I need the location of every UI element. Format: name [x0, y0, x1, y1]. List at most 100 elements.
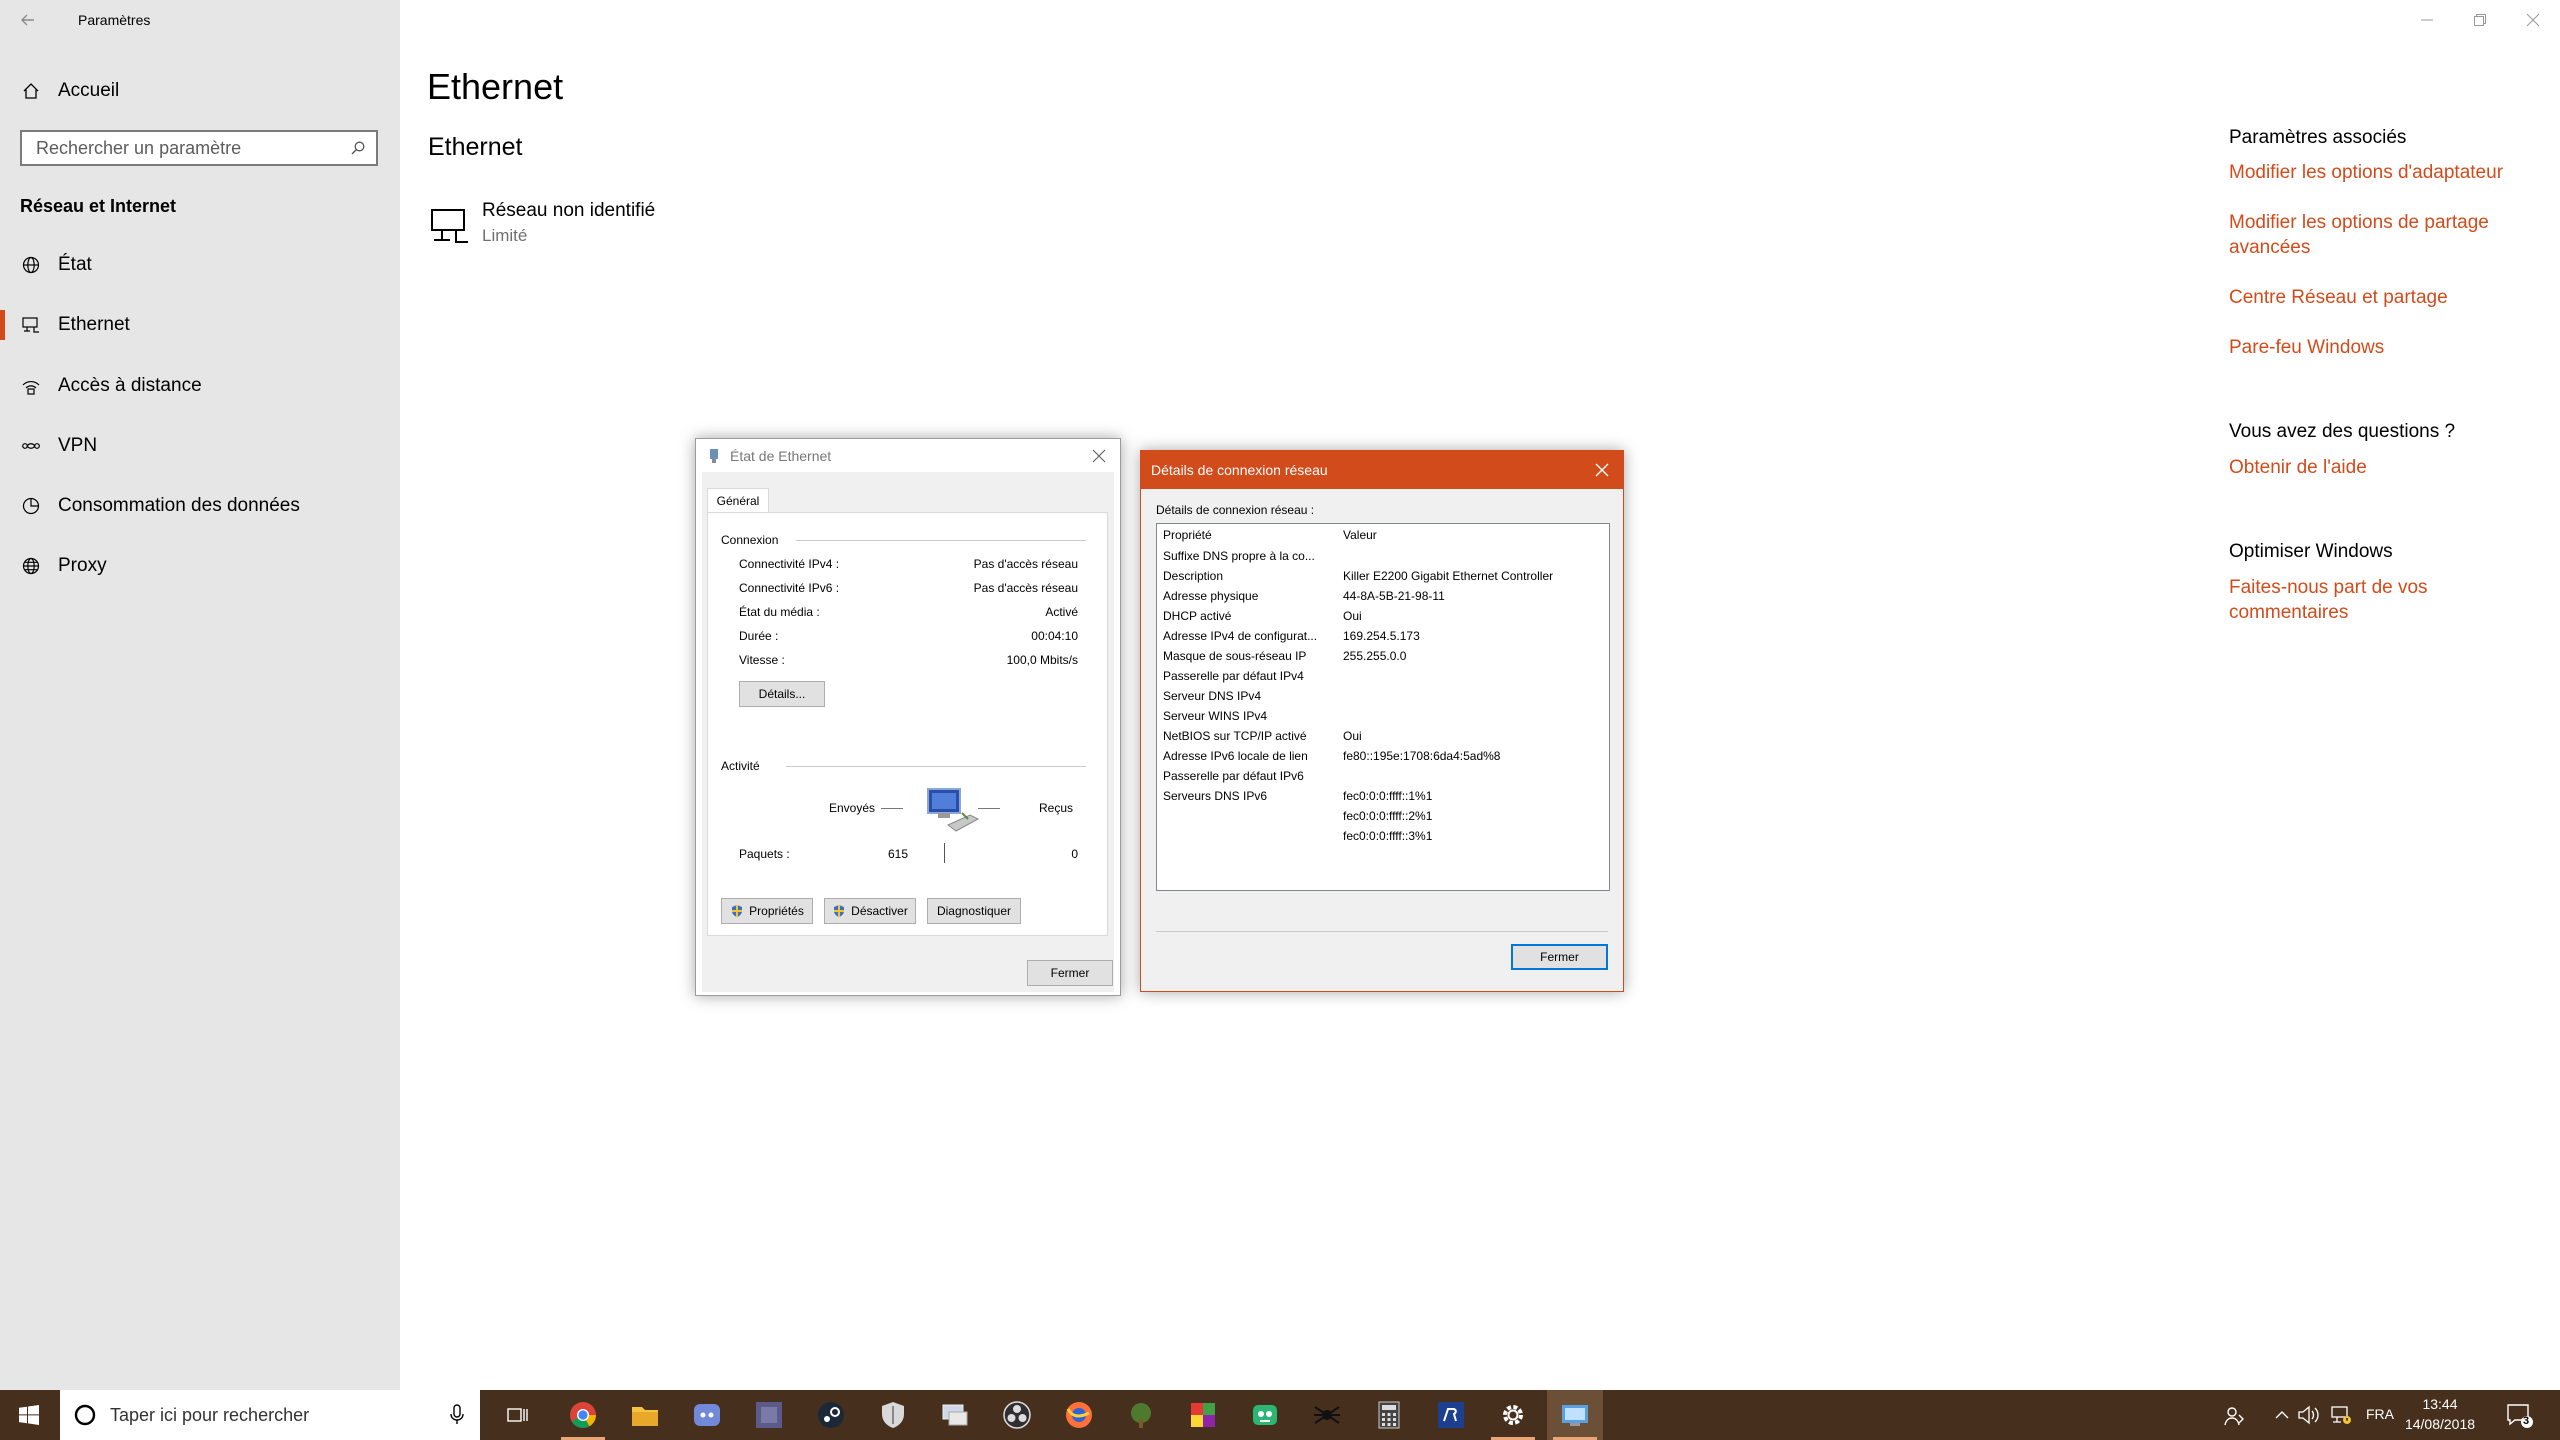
task-view-icon[interactable] — [490, 1390, 546, 1440]
obs-icon[interactable] — [989, 1390, 1045, 1440]
row-property: NetBIOS sur TCP/IP activé — [1163, 729, 1307, 743]
divider — [1156, 931, 1608, 932]
search-placeholder: Rechercher un paramètre — [36, 137, 242, 158]
robot-app-icon[interactable] — [1237, 1390, 1293, 1440]
language-indicator[interactable]: FRA — [2366, 1406, 2394, 1422]
table-row[interactable]: Serveurs DNS IPv6 fec0:0:0:ffff::1%1 — [1163, 789, 1432, 809]
close-button[interactable]: Fermer — [1511, 944, 1608, 970]
packets-label: Paquets : — [739, 847, 790, 861]
network-app-icon[interactable] — [927, 1390, 983, 1440]
shield-app-icon[interactable] — [865, 1390, 921, 1440]
search-input[interactable]: Rechercher un paramètre — [20, 130, 378, 166]
sidebar-item-data-usage[interactable]: Consommation des données — [0, 481, 400, 531]
settings-icon[interactable] — [1485, 1390, 1541, 1440]
nav-home[interactable]: Accueil — [0, 66, 400, 116]
row-property: Serveurs DNS IPv6 — [1163, 789, 1268, 803]
table-row[interactable]: Adresse IPv6 locale de lien fe80::195e:17… — [1163, 749, 1500, 769]
table-row[interactable]: Serveur DNS IPv4 — [1163, 689, 1343, 709]
clock-time: 13:44 — [2422, 1396, 2458, 1412]
link-adapter-options[interactable]: Modifier les options d'adaptateur — [2229, 160, 2529, 185]
start-button[interactable] — [0, 1390, 58, 1440]
sidebar-item-dialup[interactable]: Accès à distance — [0, 361, 400, 411]
taskbar-search-box[interactable]: Taper ici pour rechercher — [60, 1390, 480, 1440]
control-panel-icon[interactable] — [1547, 1390, 1603, 1440]
row-value: fe80::195e:1708:6da4:5ad%8 — [1343, 749, 1501, 763]
diagnose-button[interactable]: Diagnostiquer — [927, 898, 1021, 924]
link-sharing-options[interactable]: Modifier les options de partage avancées — [2229, 210, 2529, 260]
firefox-icon[interactable] — [1051, 1390, 1107, 1440]
table-row[interactable]: Description Killer E2200 Gigabit Ethernet… — [1163, 569, 1553, 589]
details-button[interactable]: Détails... — [739, 681, 825, 707]
chrome-icon[interactable] — [555, 1390, 611, 1440]
link-network-center[interactable]: Centre Réseau et partage — [2229, 285, 2529, 310]
disable-label: Désactiver — [851, 904, 908, 918]
network-entry[interactable]: Réseau non identifié Limité — [428, 200, 828, 256]
table-row[interactable]: Suffixe DNS propre à la co... — [1163, 549, 1343, 569]
row-property — [1163, 809, 1343, 829]
steam-icon[interactable] — [803, 1390, 859, 1440]
rsi-icon[interactable] — [1423, 1390, 1479, 1440]
properties-label: Propriétés — [749, 904, 804, 918]
row-property: Adresse IPv6 locale de lien — [1163, 749, 1308, 763]
sidebar-item-ethernet[interactable]: Ethernet — [0, 300, 400, 350]
minimize-icon[interactable] — [2420, 13, 2434, 27]
close-icon[interactable] — [2526, 13, 2540, 27]
nav-home-label: Accueil — [58, 80, 120, 101]
table-row[interactable]: Adresse IPv4 de configurat... 169.254.5.1… — [1163, 629, 1420, 649]
table-row[interactable]: Passerelle par défaut IPv4 — [1163, 669, 1343, 689]
close-icon[interactable] — [1092, 449, 1106, 463]
table-row[interactable]: Adresse physique 44-8A-5B-21-98-11 — [1163, 589, 1445, 609]
search-icon[interactable] — [350, 140, 366, 156]
back-arrow-icon[interactable] — [18, 10, 38, 30]
table-row[interactable]: Masque de sous-réseau IP 255.255.0.0 — [1163, 649, 1406, 669]
table-row[interactable]: fec0:0:0:ffff::3%1 — [1163, 829, 1432, 849]
divider — [978, 808, 1000, 809]
clock[interactable]: 13:44 14/08/2018 — [2400, 1394, 2480, 1434]
table-row[interactable]: Passerelle par défaut IPv6 — [1163, 769, 1343, 789]
section-heading: Réseau et Internet — [20, 196, 177, 216]
disable-button[interactable]: Désactiver — [824, 898, 916, 924]
table-row[interactable]: DHCP activé Oui — [1163, 609, 1362, 629]
close-icon[interactable] — [1595, 463, 1609, 477]
link-help[interactable]: Obtenir de l'aide — [2229, 455, 2367, 480]
tree-app-icon[interactable] — [1113, 1390, 1169, 1440]
properties-button[interactable]: Propriétés — [721, 898, 813, 924]
sidebar-item-status[interactable]: État — [0, 240, 400, 290]
sidebar-item-proxy[interactable]: Proxy — [0, 541, 400, 591]
sidebar-item-vpn[interactable]: VPN — [0, 421, 400, 471]
restore-icon[interactable] — [2473, 13, 2487, 27]
divider — [881, 808, 903, 809]
details-listview[interactable]: Propriété Valeur Suffixe DNS propre à la… — [1156, 523, 1610, 891]
calculator-icon[interactable] — [1361, 1390, 1417, 1440]
table-row[interactable]: Serveur WINS IPv4 — [1163, 709, 1343, 729]
file-explorer-icon[interactable] — [617, 1390, 673, 1440]
ethernet-status-dialog: État de Ethernet Général Connexion Conne… — [695, 438, 1121, 996]
microphone-icon[interactable] — [450, 1404, 464, 1426]
clock-date: 14/08/2018 — [2404, 1416, 2476, 1432]
link-firewall[interactable]: Pare-feu Windows — [2229, 335, 2529, 360]
color-app-icon[interactable] — [1175, 1390, 1231, 1440]
network-tray-icon[interactable] — [2330, 1405, 2352, 1425]
home-icon — [18, 78, 44, 104]
listview-header: Propriété Valeur — [1163, 528, 1377, 548]
discord-icon[interactable] — [679, 1390, 735, 1440]
table-row[interactable]: fec0:0:0:ffff::2%1 — [1163, 809, 1432, 829]
chevron-up-icon[interactable] — [2274, 1407, 2290, 1423]
tab-general[interactable]: Général — [707, 488, 769, 512]
table-row[interactable]: NetBIOS sur TCP/IP activé Oui — [1163, 729, 1362, 749]
action-center-icon[interactable]: 3 — [2506, 1403, 2534, 1429]
sidebar-item-label: Ethernet — [58, 314, 130, 335]
link-feedback[interactable]: Faites-nous part de vos commentaires — [2229, 575, 2459, 625]
people-icon[interactable] — [2224, 1405, 2246, 1427]
section-title: Ethernet — [428, 133, 523, 161]
game-icon[interactable] — [741, 1390, 797, 1440]
close-button[interactable]: Fermer — [1027, 960, 1113, 986]
page-title: Ethernet — [427, 66, 564, 107]
taskbar-search-placeholder: Taper ici pour rechercher — [110, 1404, 310, 1425]
column-header-property[interactable]: Propriété — [1163, 528, 1343, 548]
notification-count: 3 — [2523, 1415, 2530, 1427]
dialup-icon — [18, 373, 44, 399]
column-header-value[interactable]: Valeur — [1343, 528, 1377, 548]
spider-app-icon[interactable] — [1299, 1390, 1355, 1440]
volume-icon[interactable] — [2298, 1405, 2320, 1425]
